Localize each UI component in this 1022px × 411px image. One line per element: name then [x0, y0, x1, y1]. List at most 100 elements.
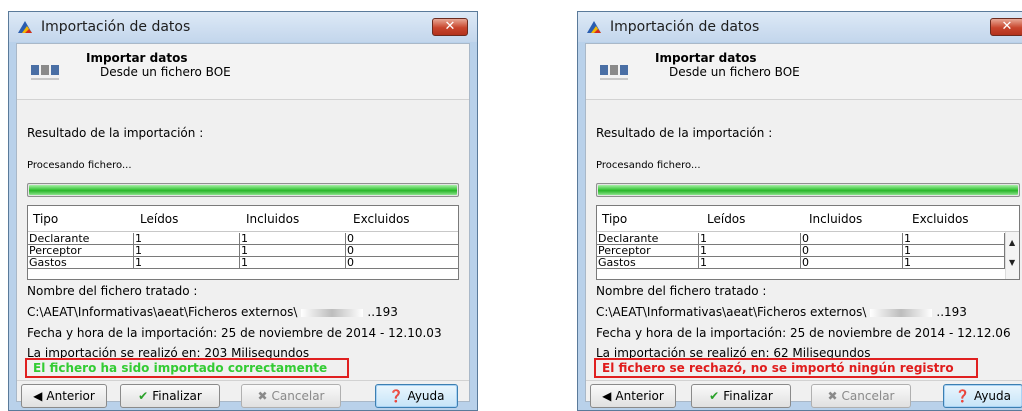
cell-excluidos: 1: [903, 257, 1005, 269]
close-button[interactable]: ✕: [990, 18, 1022, 36]
file-path: C:\AEAT\Informativas\aeat\Ficheros exter…: [27, 305, 398, 319]
checkmark-icon: ✔: [709, 389, 720, 403]
cell-excluidos: 0: [346, 257, 458, 269]
column-header-incluidos[interactable]: Incluidos: [246, 212, 299, 226]
redacted-filename: [870, 308, 933, 317]
import-dialog-success: Importación de datos ✕ Importar datos De…: [8, 11, 478, 411]
processing-status: Procesando fichero...: [596, 160, 701, 171]
help-button[interactable]: ❓ Ayuda: [375, 384, 458, 408]
arrow-left-icon: ◀: [602, 389, 612, 403]
cell-incluidos: 0: [801, 257, 903, 269]
cell-excluidos: 0: [346, 233, 458, 245]
results-table: Tipo Leídos Incluidos Excluidos Declaran…: [27, 205, 459, 280]
progress-fill: [29, 185, 457, 195]
file-path-suffix: ..193: [936, 305, 967, 319]
help-button-label: Ayuda: [407, 389, 445, 403]
finish-button-label: Finalizar: [152, 389, 202, 403]
help-icon: ❓: [388, 389, 404, 403]
header-divider: [17, 99, 469, 100]
file-label: Nombre del fichero tratado :: [596, 284, 767, 298]
cell-excluidos: 1: [903, 233, 1005, 245]
column-header-excluidos[interactable]: Excluidos: [353, 212, 410, 226]
dialog-header: Importar datos Desde un fichero BOE: [586, 44, 1022, 99]
import-date: Fecha y hora de la importación: 25 de no…: [596, 326, 1011, 340]
previous-button[interactable]: ◀ Anterior: [21, 384, 107, 408]
table-row[interactable]: Gastos 1 1 0: [28, 257, 458, 269]
cell-incluidos: 1: [240, 257, 346, 269]
table-header: Tipo Leídos Incluidos Excluidos: [597, 206, 1019, 232]
window-title: Importación de datos: [610, 19, 760, 35]
help-icon: ❓: [954, 389, 970, 403]
cell-incluidos: 0: [801, 233, 903, 245]
close-button[interactable]: ✕: [432, 18, 468, 36]
aeat-app-icon: [18, 21, 32, 33]
finish-button[interactable]: ✔ Finalizar: [120, 384, 220, 408]
title-bar: Importación de datos ✕: [9, 12, 477, 42]
progress-bar: [596, 183, 1020, 197]
cell-tipo: Gastos: [28, 257, 134, 269]
header-subtitle: Desde un fichero BOE: [669, 65, 800, 79]
boe-logo-icon: [31, 65, 59, 80]
title-bar: Importación de datos ✕: [578, 12, 1022, 42]
scroll-down-icon[interactable]: ▼: [1009, 258, 1015, 267]
arrow-left-icon: ◀: [33, 389, 43, 403]
file-path-prefix: C:\AEAT\Informativas\aeat\Ficheros exter…: [596, 305, 867, 319]
table-scrollbar[interactable]: ▲ ▼: [1005, 232, 1019, 279]
cancel-x-icon: ✖: [827, 389, 838, 403]
cell-leidos: 1: [134, 233, 240, 245]
import-result-message: El fichero se rechazó, no se importó nin…: [594, 358, 978, 378]
cell-incluidos: 0: [801, 245, 903, 257]
import-result-message: El fichero ha sido importado correctamen…: [25, 358, 349, 378]
cancel-button[interactable]: ✖ Cancelar: [811, 384, 911, 408]
help-button[interactable]: ❓ Ayuda: [943, 384, 1022, 408]
header-subtitle: Desde un fichero BOE: [100, 65, 231, 79]
dialog-header: Importar datos Desde un fichero BOE: [17, 44, 469, 99]
result-label: Resultado de la importación :: [596, 126, 773, 140]
cell-leidos: 1: [699, 245, 801, 257]
column-header-tipo[interactable]: Tipo: [602, 212, 627, 226]
cell-leidos: 1: [699, 257, 801, 269]
cell-excluidos: 1: [903, 245, 1005, 257]
table-row[interactable]: Gastos 1 0 1: [597, 257, 1005, 269]
previous-button-label: Anterior: [46, 389, 95, 403]
column-header-leidos[interactable]: Leídos: [707, 212, 745, 226]
redacted-filename: [301, 308, 364, 317]
window-title: Importación de datos: [41, 19, 191, 35]
cancel-button-label: Cancelar: [271, 389, 325, 403]
cell-incluidos: 1: [240, 233, 346, 245]
file-path: C:\AEAT\Informativas\aeat\Ficheros exter…: [596, 305, 967, 319]
dialog-content: Importar datos Desde un fichero BOE Resu…: [585, 43, 1022, 408]
cell-leidos: 1: [134, 257, 240, 269]
column-header-excluidos[interactable]: Excluidos: [912, 212, 969, 226]
table-row[interactable]: Perceptor 1 0 1: [597, 245, 1005, 257]
progress-fill: [598, 185, 1018, 195]
cell-leidos: 1: [134, 245, 240, 257]
table-header: Tipo Leídos Incluidos Excluidos: [28, 206, 458, 232]
results-table: Tipo Leídos Incluidos Excluidos Declaran…: [596, 205, 1020, 280]
header-divider: [586, 99, 1022, 100]
previous-button[interactable]: ◀ Anterior: [590, 384, 676, 408]
checkmark-icon: ✔: [138, 389, 149, 403]
progress-bar: [27, 183, 459, 197]
import-dialog-rejected: Importación de datos ✕ Importar datos De…: [577, 11, 1022, 411]
finish-button[interactable]: ✔ Finalizar: [691, 384, 791, 408]
aeat-app-icon: [587, 21, 601, 33]
dialog-content: Importar datos Desde un fichero BOE Resu…: [16, 43, 470, 408]
column-header-incluidos[interactable]: Incluidos: [809, 212, 862, 226]
help-button-label: Ayuda: [973, 389, 1012, 403]
result-label: Resultado de la importación :: [27, 126, 204, 140]
footer-divider: [586, 380, 1022, 381]
file-label: Nombre del fichero tratado :: [27, 284, 198, 298]
cancel-button[interactable]: ✖ Cancelar: [241, 384, 341, 408]
header-title: Importar datos: [655, 51, 757, 65]
scroll-up-icon[interactable]: ▲: [1009, 238, 1015, 247]
column-header-tipo[interactable]: Tipo: [33, 212, 58, 226]
cancel-x-icon: ✖: [257, 389, 268, 403]
cell-excluidos: 0: [346, 245, 458, 257]
cancel-button-label: Cancelar: [841, 389, 895, 403]
table-row[interactable]: Declarante 1 0 1: [597, 233, 1005, 245]
processing-status: Procesando fichero...: [27, 160, 132, 171]
column-header-leidos[interactable]: Leídos: [140, 212, 178, 226]
previous-button-label: Anterior: [615, 389, 664, 403]
import-date: Fecha y hora de la importación: 25 de no…: [27, 326, 442, 340]
